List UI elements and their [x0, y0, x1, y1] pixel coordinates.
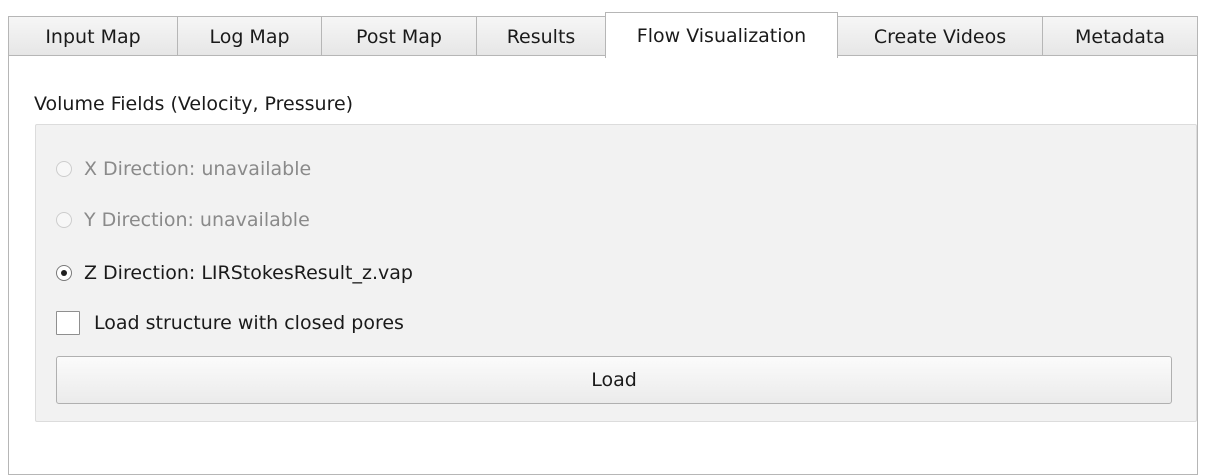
- tab-label: Create Videos: [873, 25, 1007, 48]
- group-title: Volume Fields (Velocity, Pressure): [34, 93, 354, 115]
- tab-bar: Input Map Log Map Post Map Results Flow …: [8, 12, 1198, 58]
- radio-label: X Direction: unavailable: [84, 158, 312, 180]
- tab-metadata[interactable]: Metadata: [1042, 16, 1198, 56]
- radio-indicator: [56, 265, 72, 281]
- tab-label: Input Map: [45, 25, 141, 48]
- tab-label: Log Map: [209, 25, 290, 48]
- radio-label: Z Direction: LIRStokesResult_z.vap: [84, 262, 413, 284]
- radio-indicator: [56, 212, 72, 228]
- tab-results[interactable]: Results: [476, 16, 606, 56]
- load-button[interactable]: Load: [56, 356, 1172, 404]
- radio-y-direction[interactable]: Y Direction: unavailable: [56, 205, 310, 235]
- tab-label: Post Map: [356, 25, 442, 48]
- flow-visualization-panel: Volume Fields (Velocity, Pressure) X Dir…: [8, 55, 1198, 475]
- radio-z-direction[interactable]: Z Direction: LIRStokesResult_z.vap: [56, 258, 413, 288]
- tab-create-videos[interactable]: Create Videos: [837, 16, 1043, 56]
- checkbox-indicator: [56, 311, 80, 335]
- tab-post-map[interactable]: Post Map: [321, 16, 477, 56]
- radio-indicator: [56, 161, 72, 177]
- tab-label: Metadata: [1075, 25, 1165, 48]
- tab-input-map[interactable]: Input Map: [8, 16, 178, 56]
- radio-x-direction[interactable]: X Direction: unavailable: [56, 154, 311, 184]
- checkbox-label: Load structure with closed pores: [94, 312, 404, 334]
- tab-log-map[interactable]: Log Map: [177, 16, 322, 56]
- radio-label: Y Direction: unavailable: [84, 209, 310, 231]
- tab-flow-visualization[interactable]: Flow Visualization: [605, 12, 838, 58]
- tab-label: Flow Visualization: [636, 24, 807, 47]
- closed-pores-checkbox[interactable]: Load structure with closed pores: [56, 308, 404, 338]
- tab-label: Results: [506, 25, 576, 48]
- volume-fields-groupbox: X Direction: unavailable Y Direction: un…: [35, 124, 1197, 422]
